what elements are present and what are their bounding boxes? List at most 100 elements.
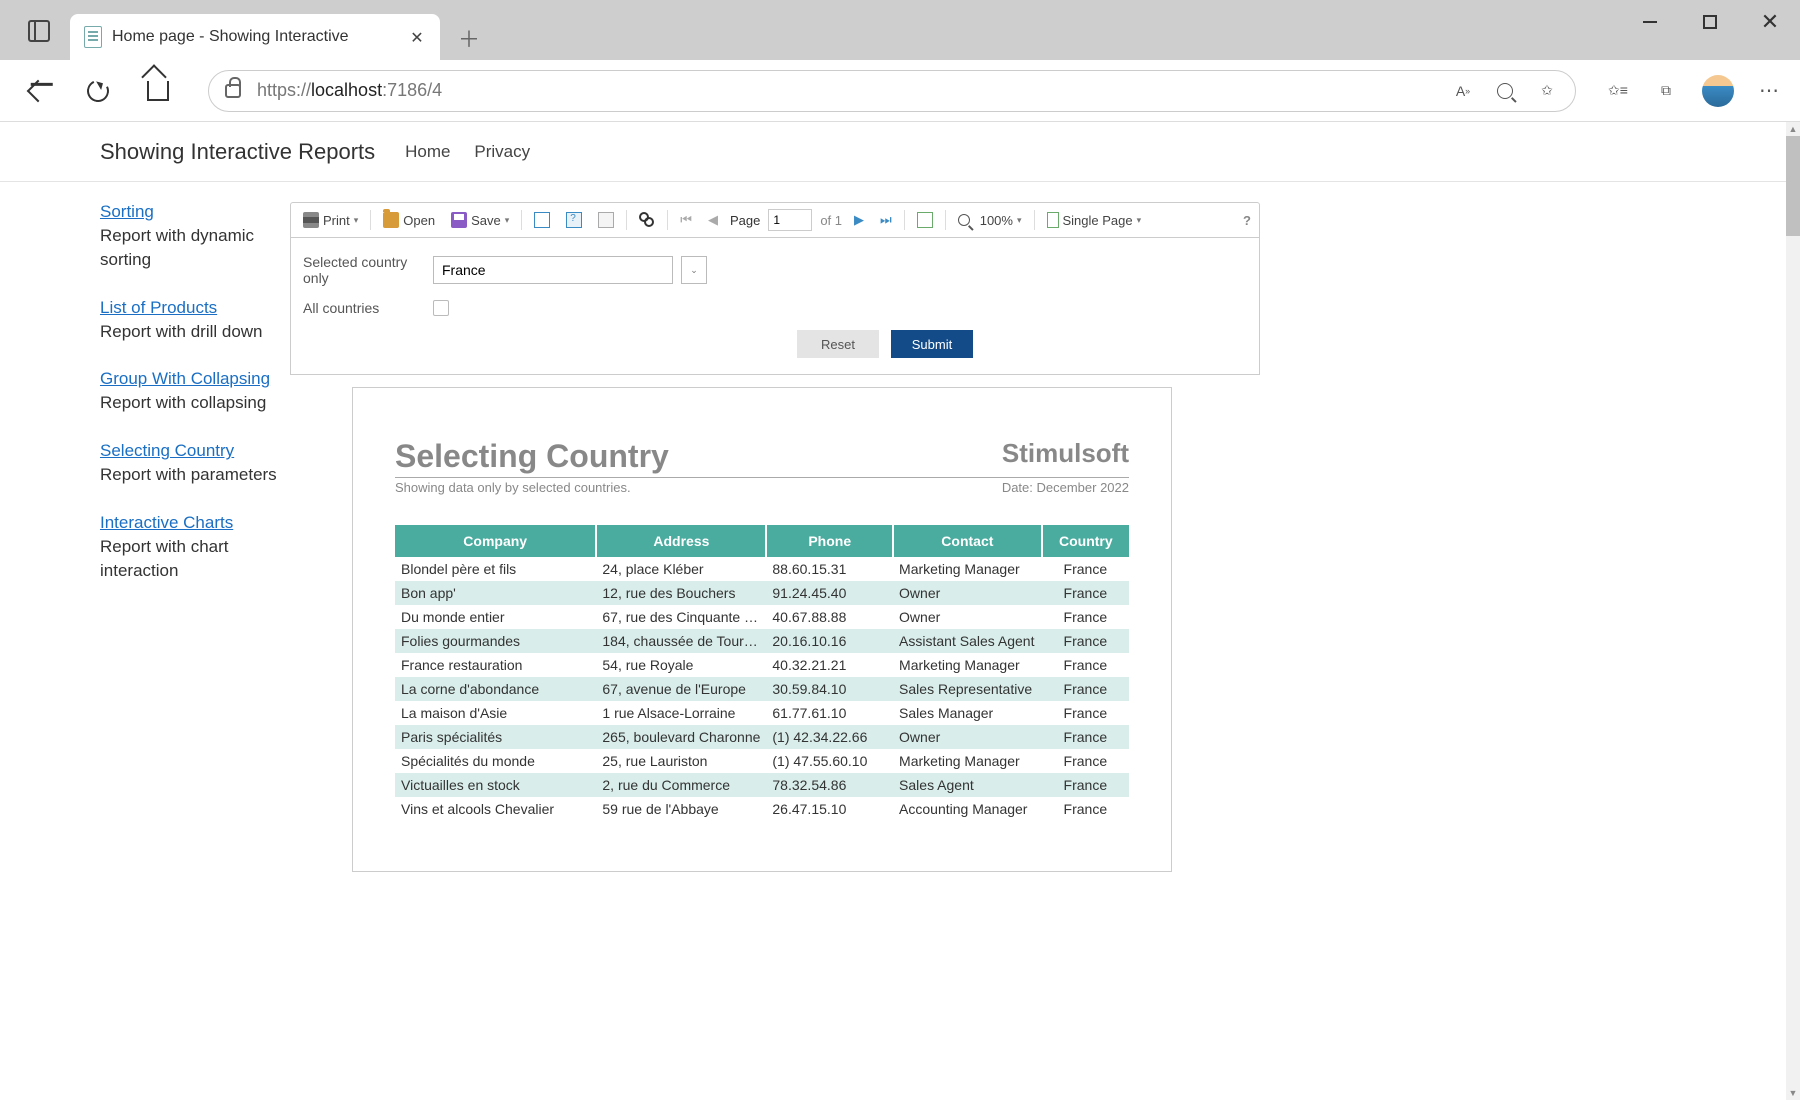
cell-company: Blondel père et fils (395, 557, 596, 581)
favorite-add-icon[interactable]: ✩ (1535, 79, 1559, 103)
resources-button[interactable] (594, 210, 618, 230)
new-tab-button[interactable]: ＋ (454, 22, 484, 52)
cell-contact: Marketing Manager (893, 749, 1042, 773)
table-row: Folies gourmandes184, chaussée de Tourna… (395, 629, 1129, 653)
th-address: Address (596, 525, 766, 557)
cell-address: 67, avenue de l'Europe (596, 677, 766, 701)
sidebar: SortingReport with dynamic sortingList o… (100, 202, 290, 872)
sidebar-desc-1: Report with drill down (100, 320, 280, 344)
scroll-up-icon[interactable]: ▲ (1786, 122, 1800, 136)
cell-address: 2, rue du Commerce (596, 773, 766, 797)
more-menu-icon[interactable]: ⋯ (1758, 79, 1782, 103)
sidebar-link-0[interactable]: Sorting (100, 202, 280, 222)
table-row: Vins et alcools Chevalier59 rue de l'Abb… (395, 797, 1129, 821)
zoom-button[interactable]: 100%▾ (954, 211, 1026, 230)
binoculars-icon (639, 212, 655, 228)
th-country: Country (1042, 525, 1129, 557)
reset-button[interactable]: Reset (797, 330, 879, 358)
browser-tab[interactable]: Home page - Showing Interactive ✕ (70, 14, 440, 60)
sidebar-link-2[interactable]: Group With Collapsing (100, 369, 280, 389)
cell-contact: Sales Representative (893, 677, 1042, 701)
fullscreen-button[interactable] (913, 210, 937, 230)
single-page-icon (1047, 212, 1059, 228)
cell-contact: Sales Manager (893, 701, 1042, 725)
window-maximize-button[interactable] (1680, 0, 1740, 44)
cell-country: France (1042, 797, 1129, 821)
submit-button[interactable]: Submit (891, 330, 973, 358)
open-button[interactable]: Open (379, 210, 439, 230)
cell-contact: Sales Agent (893, 773, 1042, 797)
cell-address: 24, place Kléber (596, 557, 766, 581)
country-dropdown-button[interactable]: ⌄ (681, 256, 707, 284)
doc-icon (534, 212, 550, 228)
window-close-button[interactable]: ✕ (1740, 0, 1800, 44)
report-title: Selecting Country (395, 438, 669, 475)
window-minimize-button[interactable] (1620, 0, 1680, 44)
read-aloud-icon[interactable]: A» (1451, 79, 1475, 103)
save-button[interactable]: Save▾ (447, 210, 513, 230)
first-page-button[interactable]: ⏮ (676, 210, 696, 230)
sidebar-desc-2: Report with collapsing (100, 391, 280, 415)
cell-phone: 61.77.61.10 (766, 701, 893, 725)
th-company: Company (395, 525, 596, 557)
favorites-icon[interactable]: ✩≡ (1606, 79, 1630, 103)
cell-contact: Marketing Manager (893, 557, 1042, 581)
nav-privacy[interactable]: Privacy (474, 142, 530, 161)
doc-res-icon (598, 212, 614, 228)
cell-company: Vins et alcools Chevalier (395, 797, 596, 821)
print-button[interactable]: Print▾ (299, 210, 362, 230)
cell-country: France (1042, 749, 1129, 773)
profile-avatar[interactable] (1702, 75, 1734, 107)
zoom-out-icon[interactable] (1493, 79, 1517, 103)
last-page-button[interactable]: ⏭ (876, 210, 896, 230)
table-row: Du monde entier67, rue des Cinquante Ot.… (395, 605, 1129, 629)
bookmarks-button[interactable] (530, 210, 554, 230)
sidebar-link-3[interactable]: Selecting Country (100, 441, 280, 461)
report-toolbar: Print▾ Open Save▾ ⏮ ◀ Page of 1 ▶ ⏭ (290, 202, 1260, 238)
table-row: Paris spécialités265, boulevard Charonne… (395, 725, 1129, 749)
all-countries-checkbox[interactable] (433, 300, 449, 316)
parameters-button[interactable] (562, 210, 586, 230)
report-subtitle: Showing data only by selected countries. (395, 480, 631, 495)
chevron-down-icon: ▾ (1137, 215, 1142, 226)
page-scrollbar[interactable]: ▲ ▼ (1786, 122, 1800, 1100)
fullscreen-icon (917, 212, 933, 228)
cell-contact: Owner (893, 605, 1042, 629)
print-icon (303, 212, 319, 228)
cell-address: 67, rue des Cinquante Ot... (596, 605, 766, 629)
prev-page-button[interactable]: ◀ (704, 210, 722, 230)
help-button[interactable]: ? (1243, 213, 1251, 228)
cell-phone: 40.67.88.88 (766, 605, 893, 629)
scroll-down-icon[interactable]: ▼ (1786, 1086, 1800, 1100)
close-tab-icon[interactable]: ✕ (408, 28, 426, 46)
cell-address: 59 rue de l'Abbaye (596, 797, 766, 821)
browser-home-button[interactable] (138, 71, 178, 111)
panel-toggle-icon[interactable] (28, 20, 50, 42)
collections-icon[interactable]: ⧉ (1654, 79, 1678, 103)
table-row: Bon app'12, rue des Bouchers91.24.45.40O… (395, 581, 1129, 605)
view-mode-button[interactable]: Single Page▾ (1043, 210, 1146, 230)
chevron-down-icon: ▾ (354, 215, 359, 226)
tab-title: Home page - Showing Interactive (112, 28, 400, 46)
next-page-button[interactable]: ▶ (850, 210, 868, 230)
selected-country-input[interactable] (433, 256, 673, 284)
cell-phone: 40.32.21.21 (766, 653, 893, 677)
cell-phone: (1) 47.55.60.10 (766, 749, 893, 773)
sidebar-desc-3: Report with parameters (100, 463, 280, 487)
reload-button[interactable] (78, 71, 118, 111)
nav-home[interactable]: Home (405, 142, 450, 161)
address-bar[interactable]: https://localhost:7186/4 A» ✩ (208, 70, 1576, 112)
back-button[interactable] (18, 71, 58, 111)
table-row: Blondel père et fils24, place Kléber88.6… (395, 557, 1129, 581)
page-input[interactable] (768, 209, 812, 231)
cell-country: France (1042, 581, 1129, 605)
url-text: https://localhost:7186/4 (257, 80, 442, 101)
cell-company: Du monde entier (395, 605, 596, 629)
table-row: La maison d'Asie1 rue Alsace-Lorraine61.… (395, 701, 1129, 725)
sidebar-link-4[interactable]: Interactive Charts (100, 513, 280, 533)
table-row: Victuailles en stock2, rue du Commerce78… (395, 773, 1129, 797)
sidebar-link-1[interactable]: List of Products (100, 298, 280, 318)
scrollbar-thumb[interactable] (1786, 136, 1800, 236)
find-button[interactable] (635, 210, 659, 230)
cell-phone: 20.16.10.16 (766, 629, 893, 653)
